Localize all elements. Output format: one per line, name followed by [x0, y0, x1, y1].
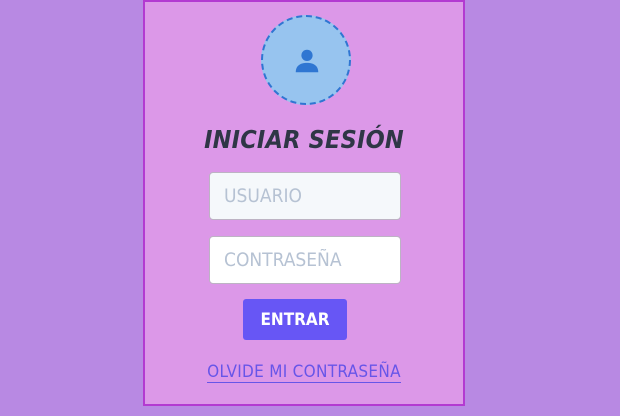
user-icon: [295, 49, 319, 73]
password-input[interactable]: [209, 236, 401, 284]
username-input[interactable]: [209, 172, 401, 220]
submit-button[interactable]: ENTRAR: [243, 299, 347, 340]
forgot-password-link[interactable]: OLVIDE MI CONTRASEÑA: [207, 362, 401, 383]
forgot-password-row: OLVIDE MI CONTRASEÑA: [145, 360, 463, 384]
login-card: INICIAR SESIÓN ENTRAR OLVIDE MI CONTRASE…: [143, 0, 465, 406]
avatar: [261, 15, 351, 105]
page-title: INICIAR SESIÓN: [204, 125, 404, 154]
